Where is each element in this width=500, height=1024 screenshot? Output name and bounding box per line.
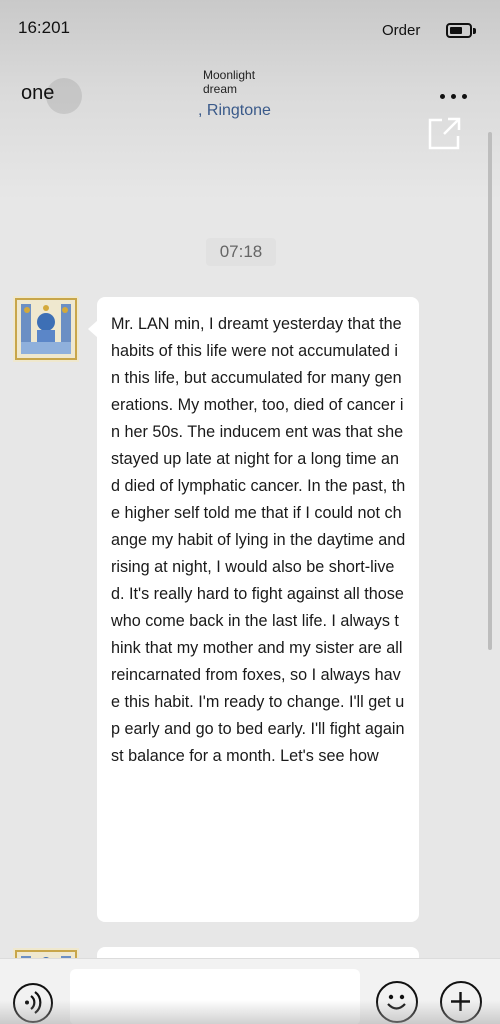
back-label[interactable]: one	[21, 82, 54, 105]
voice-icon[interactable]	[13, 983, 53, 1023]
message-timestamp: 07:18	[206, 238, 276, 266]
share-icon[interactable]	[428, 116, 462, 150]
emoji-icon[interactable]	[376, 981, 418, 1023]
input-toolbar	[0, 958, 500, 1024]
message-text: Mr. LAN min, I dreamt yesterday that the…	[111, 315, 406, 765]
contact-avatar[interactable]	[13, 296, 79, 362]
chat-subtitle: , Ringtone	[198, 102, 271, 119]
chat-title: Moonlight dream	[203, 68, 256, 96]
more-dots-icon[interactable]	[440, 94, 470, 100]
status-carrier: Order	[382, 22, 421, 39]
status-bar: 16:201 Order	[0, 0, 500, 56]
status-time: 16:201	[18, 18, 70, 37]
scrollbar[interactable]	[488, 132, 492, 650]
plus-icon[interactable]	[440, 981, 482, 1023]
battery-icon	[446, 23, 472, 38]
battery-tip	[473, 28, 476, 34]
message-input[interactable]	[70, 969, 360, 1024]
chat-header: one Moonlight dream , Ringtone	[0, 56, 500, 150]
message-bubble[interactable]: Mr. LAN min, I dreamt yesterday that the…	[97, 297, 419, 922]
